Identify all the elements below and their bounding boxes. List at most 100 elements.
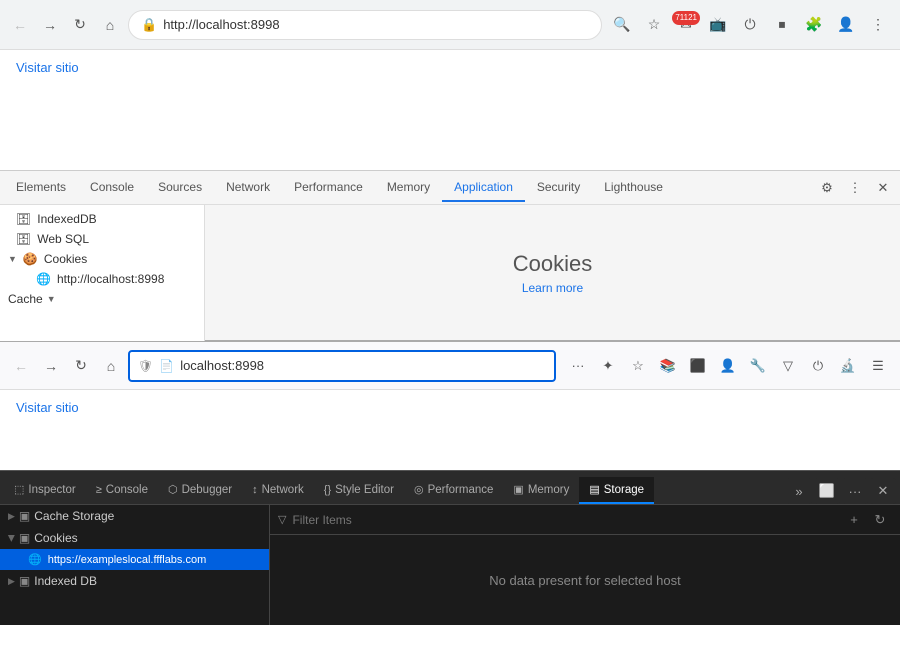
cache-storage-db-icon: ▣ <box>19 509 30 523</box>
inspector-tab-icon: ⬚ <box>14 483 24 496</box>
filter-icon: ▽ <box>278 513 286 526</box>
chrome-address-bar[interactable]: 🔒 http://localhost:8998 <box>128 10 602 40</box>
indexeddb-icon: ▣ <box>19 574 30 588</box>
firefox-home-button[interactable]: ⌂ <box>98 353 124 379</box>
cookies-learn-link[interactable]: Learn more <box>522 281 583 295</box>
firefox-tab-style-editor[interactable]: {} Style Editor <box>314 478 404 504</box>
chrome-devtools-close[interactable]: ✕ <box>870 175 896 201</box>
firefox-filter-actions: + ↻ <box>842 508 892 532</box>
chrome-reload-button[interactable]: ↻ <box>68 13 92 37</box>
firefox-devtools-more-options[interactable]: ··· <box>842 478 868 504</box>
firefox-account-button[interactable]: 👤 <box>714 352 742 380</box>
firefox-toolbar-icons: ··· ✦ ☆ 📚 ⬛ 👤 🔧 ▽ ⏻ 🔬 ☰ <box>564 352 892 380</box>
chrome-avatar-button[interactable]: 👤 <box>832 11 860 39</box>
chrome-browser: ← → ↻ ⌂ 🔒 http://localhost:8998 🔍 ☆ ✉ 71… <box>0 0 900 340</box>
ff-page-icon: 📄 <box>159 359 174 373</box>
firefox-tab-debugger-label: Debugger <box>182 484 233 496</box>
firefox-devtools-overflow[interactable]: » <box>786 478 812 504</box>
firefox-forward-button[interactable]: → <box>38 353 64 379</box>
firefox-tab-network-label: Network <box>262 484 304 496</box>
chrome-tab-lighthouse[interactable]: Lighthouse <box>592 174 675 202</box>
chrome-tab-network[interactable]: Network <box>214 174 282 202</box>
chrome-cast-button[interactable]: 📺 <box>704 11 732 39</box>
firefox-tab-network[interactable]: ↕ Network <box>242 478 314 504</box>
chrome-menu-button[interactable]: ⋮ <box>864 11 892 39</box>
firefox-tab-debugger[interactable]: ⬡ Debugger <box>158 477 242 504</box>
chrome-badge-count: 71121 <box>672 11 700 25</box>
chrome-puzzle-button[interactable]: 🧩 <box>800 11 828 39</box>
firefox-tab-inspector-label: Inspector <box>28 484 75 496</box>
chrome-visit-link[interactable]: Visitar sitio <box>16 60 79 75</box>
firefox-sidebar-indexeddb[interactable]: ▶ ▣ Indexed DB <box>0 570 269 592</box>
firefox-addons-button[interactable]: 🔧 <box>744 352 772 380</box>
cookies-parent-arrow-icon: ▶ <box>6 535 17 542</box>
firefox-sidebar-cookies-parent[interactable]: ▶ ▣ Cookies <box>0 527 269 549</box>
chrome-sidebar-indexeddb[interactable]: 🗄 IndexedDB <box>0 209 204 229</box>
firefox-address-bar[interactable]: 🛡 📄 localhost:8998 <box>128 350 556 382</box>
cache-storage-label: Cache Storage <box>34 509 114 523</box>
firefox-filter-input[interactable] <box>292 513 836 527</box>
firefox-visit-link[interactable]: Visitar sitio <box>16 400 79 415</box>
firefox-library-button[interactable]: 📚 <box>654 352 682 380</box>
firefox-refresh-button[interactable]: ↻ <box>868 508 892 532</box>
chrome-back-button[interactable]: ← <box>8 13 32 37</box>
chrome-devtools-settings[interactable]: ⚙ <box>814 175 840 201</box>
firefox-devtools-sidebar: ▶ ▣ Cache Storage ▶ ▣ Cookies 🌐 https://… <box>0 505 270 625</box>
firefox-reload-button[interactable]: ↻ <box>68 353 94 379</box>
chrome-sidebar-localhost[interactable]: 🌐 http://localhost:8998 <box>0 269 204 289</box>
firefox-back-button[interactable]: ← <box>8 353 34 379</box>
chrome-sidebar-websql[interactable]: 🗄 Web SQL <box>0 229 204 249</box>
chrome-home-button[interactable]: ⌂ <box>98 13 122 37</box>
chrome-tab-application[interactable]: Application <box>442 174 525 202</box>
chrome-power-button[interactable]: ⏻ <box>736 11 764 39</box>
firefox-devtools: ⬚ Inspector ≥ Console ⬡ Debugger ↕ Netwo… <box>0 470 900 625</box>
firefox-tab-memory[interactable]: ▣ Memory <box>503 477 579 504</box>
chrome-sidebar-cache[interactable]: Cache ▼ <box>0 289 204 309</box>
chrome-devtools-more[interactable]: ⋮ <box>842 175 868 201</box>
chrome-tab-performance[interactable]: Performance <box>282 174 375 202</box>
chrome-tab-elements-label: Elements <box>16 180 66 194</box>
chrome-forward-button[interactable]: → <box>38 13 62 37</box>
firefox-tab-console[interactable]: ≥ Console <box>86 478 158 504</box>
chrome-search-button[interactable]: 🔍 <box>608 11 636 39</box>
firefox-tab-storage[interactable]: ▤ Storage <box>579 477 654 504</box>
firefox-devtools-responsive[interactable]: ⬜ <box>814 478 840 504</box>
firefox-tab-performance[interactable]: ◎ Performance <box>404 477 503 504</box>
chrome-devtools-icons: ⚙ ⋮ ✕ <box>814 175 896 201</box>
expand-icon: ▼ <box>8 254 17 264</box>
firefox-filter-bar: ▽ + ↻ <box>270 505 900 535</box>
chrome-tab-sources[interactable]: Sources <box>146 174 214 202</box>
firefox-devtools-body: ▶ ▣ Cache Storage ▶ ▣ Cookies 🌐 https://… <box>0 505 900 625</box>
firefox-experiments-button[interactable]: 🔬 <box>834 352 862 380</box>
firefox-sidebar-button[interactable]: ⬛ <box>684 352 712 380</box>
lock-icon: 🔒 <box>141 17 157 33</box>
chrome-url: http://localhost:8998 <box>163 17 279 32</box>
chrome-page-content: Visitar sitio <box>0 50 900 170</box>
chrome-tab-memory[interactable]: Memory <box>375 174 442 202</box>
style-editor-tab-icon: {} <box>324 484 331 496</box>
firefox-bookmark-button[interactable]: ☆ <box>624 352 652 380</box>
chrome-tab-console[interactable]: Console <box>78 174 146 202</box>
firefox-add-button[interactable]: + <box>842 508 866 532</box>
firefox-sidebar-cookies-host[interactable]: 🌐 https://exampleslocal.ffflabs.com <box>0 549 269 570</box>
firefox-power-button[interactable]: ⏻ <box>804 352 832 380</box>
firefox-menu-button[interactable]: ☰ <box>864 352 892 380</box>
chrome-stop-button[interactable]: ⏹ <box>768 11 796 39</box>
no-data-text: No data present for selected host <box>489 573 681 588</box>
chrome-top-bar: ← → ↻ ⌂ 🔒 http://localhost:8998 🔍 ☆ ✉ 71… <box>0 0 900 50</box>
firefox-devtools-right: » ⬜ ··· ✕ <box>786 478 896 504</box>
chrome-tab-lighthouse-label: Lighthouse <box>604 180 663 194</box>
firefox-page-content: Visitar sitio <box>0 390 900 470</box>
chrome-tab-elements[interactable]: Elements <box>4 174 78 202</box>
cache-expand-icon: ▼ <box>47 294 56 304</box>
chrome-bookmark-button[interactable]: ☆ <box>640 11 668 39</box>
chrome-tab-security[interactable]: Security <box>525 174 592 202</box>
chrome-sidebar-cookies[interactable]: ▼ 🍪 Cookies <box>0 249 204 269</box>
firefox-devtools-close[interactable]: ✕ <box>870 478 896 504</box>
firefox-pocket-button[interactable]: ✦ <box>594 352 622 380</box>
firefox-tab-inspector[interactable]: ⬚ Inspector <box>4 477 86 504</box>
firefox-filter-button[interactable]: ▽ <box>774 352 802 380</box>
firefox-more-options[interactable]: ··· <box>564 352 592 380</box>
firefox-sidebar-cache-storage[interactable]: ▶ ▣ Cache Storage <box>0 505 269 527</box>
cache-label: Cache <box>8 292 43 306</box>
